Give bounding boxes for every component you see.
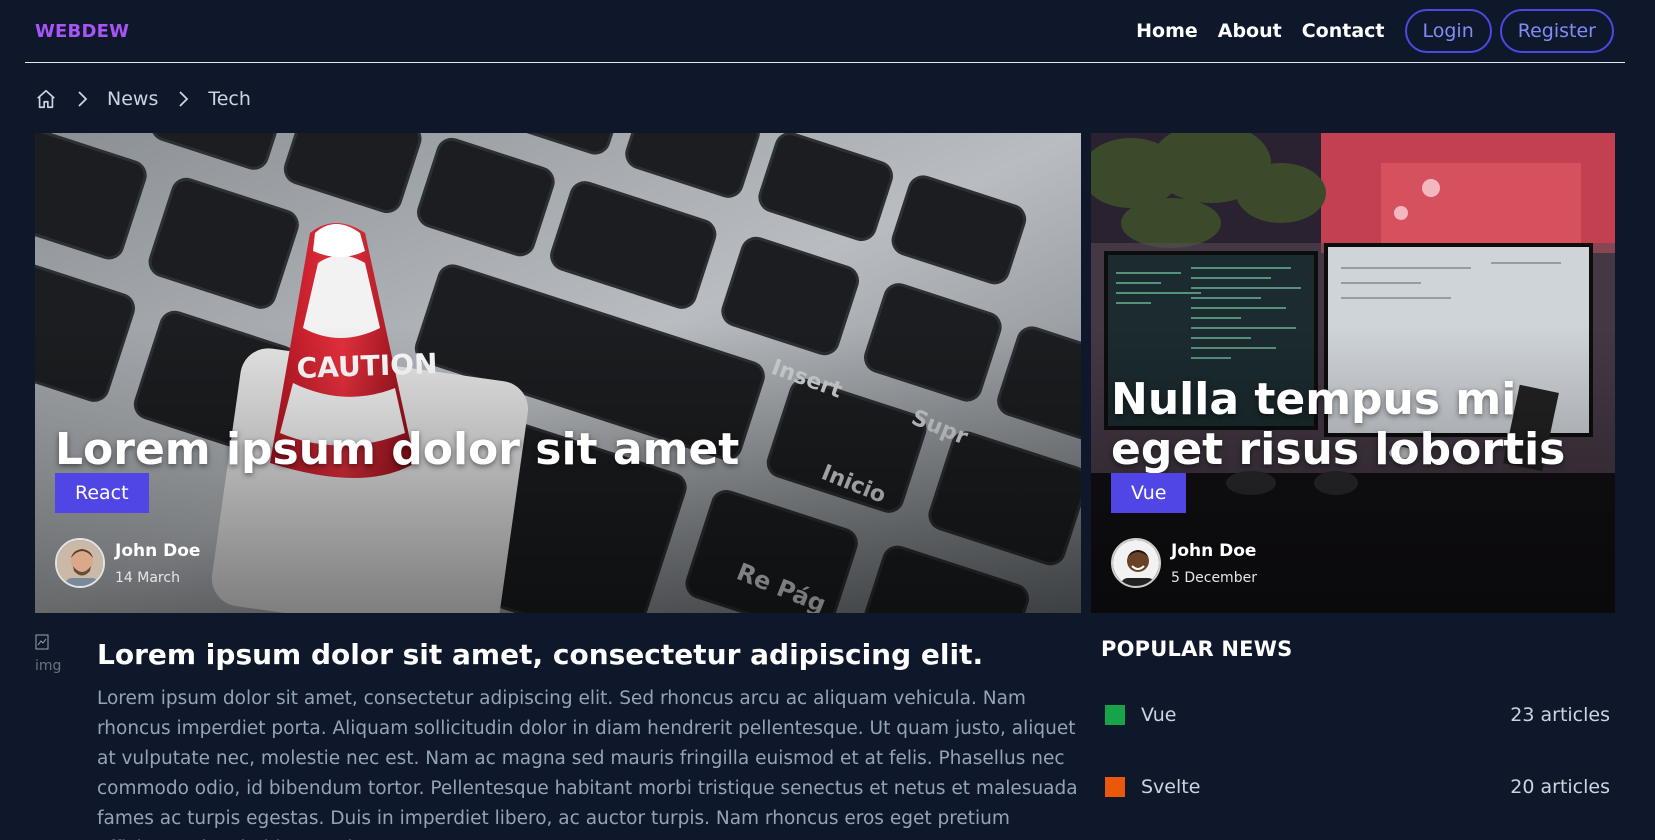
popular-news-item-svelte[interactable]: Svelte 20 articles <box>1105 772 1610 802</box>
secondary-article-title[interactable]: Nulla tempus mi eget risus lobortis <box>1111 375 1581 475</box>
register-button[interactable]: Register <box>1499 9 1614 53</box>
featured-article-title[interactable]: Lorem ipsum dolor sit amet <box>55 425 955 475</box>
article-body: Lorem ipsum dolor sit amet, consectetur … <box>97 688 1078 840</box>
nav-home-link[interactable]: Home <box>1136 20 1198 42</box>
article-thumbnail-alt: img <box>35 658 62 674</box>
avatar <box>1111 538 1161 588</box>
site-logo[interactable]: WEBDEW <box>35 21 129 42</box>
article-count: 23 articles <box>1510 704 1610 726</box>
site-header: WEBDEW Home About Contact Login Register <box>25 0 1625 63</box>
nav-contact-link[interactable]: Contact <box>1302 20 1385 42</box>
publish-date: 14 March <box>115 570 180 586</box>
breadcrumb-item-news[interactable]: News <box>107 88 158 110</box>
category-tag[interactable]: Vue <box>1111 473 1187 513</box>
main-nav: Home About Contact Login Register <box>1116 9 1614 53</box>
featured-article-card[interactable]: Insert Supr Inicio Re Pág Av Pág CAUTION… <box>35 133 1081 613</box>
popular-news-label: Svelte <box>1141 776 1201 798</box>
breadcrumb-item-tech[interactable]: Tech <box>208 88 251 110</box>
popular-news-label: Vue <box>1141 704 1177 726</box>
login-button[interactable]: Login <box>1404 9 1492 53</box>
author-name: John Doe <box>1171 541 1257 561</box>
chevron-right-icon <box>75 90 89 108</box>
publish-date: 5 December <box>1171 570 1257 586</box>
article-title[interactable]: Lorem ipsum dolor sit amet, consectetur … <box>97 638 1057 672</box>
popular-news-heading: POPULAR NEWS <box>1101 637 1293 661</box>
broken-image-icon <box>35 634 49 650</box>
article-count: 20 articles <box>1510 776 1610 798</box>
author-info: John Doe 14 March <box>55 538 200 588</box>
home-icon[interactable] <box>35 88 57 110</box>
category-color-swatch <box>1105 705 1125 725</box>
popular-news-item-vue[interactable]: Vue 23 articles <box>1105 700 1610 730</box>
article-thumbnail: img <box>35 634 71 684</box>
chevron-right-icon <box>176 90 190 108</box>
nav-about-link[interactable]: About <box>1218 20 1282 42</box>
category-tag[interactable]: React <box>55 473 149 513</box>
breadcrumb: News Tech <box>35 84 251 114</box>
author-name: John Doe <box>115 541 201 561</box>
author-info: John Doe 5 December <box>1111 538 1257 588</box>
category-color-swatch <box>1105 777 1125 797</box>
avatar <box>55 538 105 588</box>
secondary-article-card[interactable]: Nulla tempus mi eget risus lobortis Vue … <box>1091 133 1615 613</box>
